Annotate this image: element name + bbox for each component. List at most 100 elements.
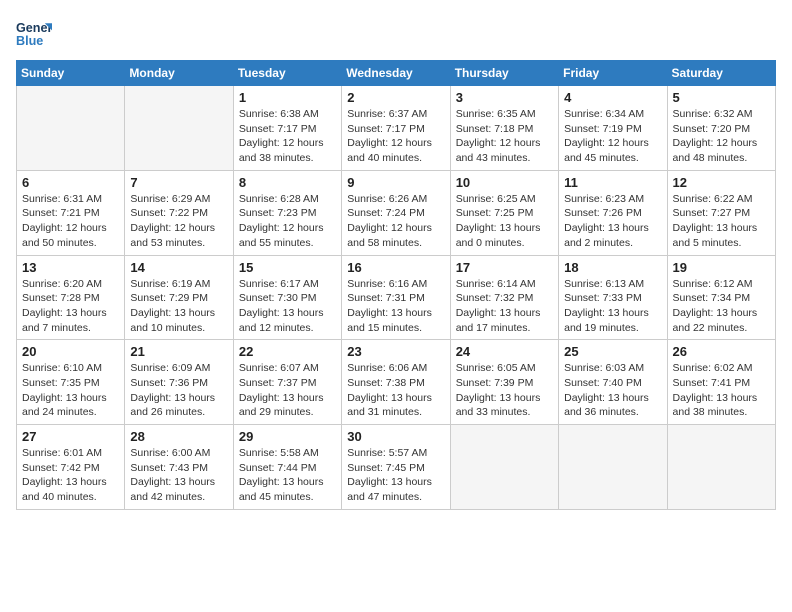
- day-number: 27: [22, 429, 119, 444]
- weekday-header-sunday: Sunday: [17, 61, 125, 86]
- calendar-cell: [17, 86, 125, 171]
- calendar-cell: 10Sunrise: 6:25 AM Sunset: 7:25 PM Dayli…: [450, 170, 558, 255]
- calendar-table: SundayMondayTuesdayWednesdayThursdayFrid…: [16, 60, 776, 510]
- calendar-cell: 28 Sunrise: 6:00 AM Sunset: 7:43 PM Dayli…: [125, 425, 233, 510]
- calendar-cell: 23 Sunrise: 6:06 AM Sunset: 7:38 PM Dayli…: [342, 340, 450, 425]
- day-number: 25: [564, 344, 661, 359]
- calendar-week-row: 13 Sunrise: 6:20 AM Sunset: 7:28 PM Dayli…: [17, 255, 776, 340]
- calendar-cell: 22Sunrise: 6:07 AM Sunset: 7:37 PM Dayli…: [233, 340, 341, 425]
- day-number: 22: [239, 344, 336, 359]
- calendar-cell: 3 Sunrise: 6:35 AM Sunset: 7:18 PM Daylig…: [450, 86, 558, 171]
- day-number: 11: [564, 175, 661, 190]
- calendar-cell: 15Sunrise: 6:17 AM Sunset: 7:30 PM Dayli…: [233, 255, 341, 340]
- weekday-header-saturday: Saturday: [667, 61, 775, 86]
- calendar-week-row: 6 Sunrise: 6:31 AM Sunset: 7:21 PM Daylig…: [17, 170, 776, 255]
- calendar-cell: 4Sunrise: 6:34 AM Sunset: 7:19 PM Daylig…: [559, 86, 667, 171]
- calendar-cell: 27 Sunrise: 6:01 AM Sunset: 7:42 PM Dayli…: [17, 425, 125, 510]
- calendar-cell: 8 Sunrise: 6:28 AM Sunset: 7:23 PM Daylig…: [233, 170, 341, 255]
- day-info: Sunrise: 5:58 AM Sunset: 7:44 PM Dayligh…: [239, 446, 336, 505]
- calendar-cell: 30Sunrise: 5:57 AM Sunset: 7:45 PM Dayli…: [342, 425, 450, 510]
- calendar-cell: 18 Sunrise: 6:13 AM Sunset: 7:33 PM Dayli…: [559, 255, 667, 340]
- calendar-cell: [125, 86, 233, 171]
- weekday-header-monday: Monday: [125, 61, 233, 86]
- logo: General Blue: [16, 16, 56, 52]
- day-info: Sunrise: 6:03 AM Sunset: 7:40 PM Dayligh…: [564, 361, 661, 420]
- day-number: 6: [22, 175, 119, 190]
- day-info: Sunrise: 6:12 AM Sunset: 7:34 PM Dayligh…: [673, 277, 770, 336]
- day-info: Sunrise: 6:22 AM Sunset: 7:27 PM Dayligh…: [673, 192, 770, 251]
- day-info: Sunrise: 6:20 AM Sunset: 7:28 PM Dayligh…: [22, 277, 119, 336]
- calendar-cell: 19 Sunrise: 6:12 AM Sunset: 7:34 PM Dayli…: [667, 255, 775, 340]
- calendar-cell: [450, 425, 558, 510]
- day-number: 12: [673, 175, 770, 190]
- day-info: Sunrise: 6:10 AM Sunset: 7:35 PM Dayligh…: [22, 361, 119, 420]
- day-info: Sunrise: 6:01 AM Sunset: 7:42 PM Dayligh…: [22, 446, 119, 505]
- calendar-cell: 11 Sunrise: 6:23 AM Sunset: 7:26 PM Dayli…: [559, 170, 667, 255]
- calendar-cell: 12 Sunrise: 6:22 AM Sunset: 7:27 PM Dayli…: [667, 170, 775, 255]
- page-header: General Blue: [16, 16, 776, 52]
- calendar-cell: 5 Sunrise: 6:32 AM Sunset: 7:20 PM Daylig…: [667, 86, 775, 171]
- day-info: Sunrise: 6:13 AM Sunset: 7:33 PM Dayligh…: [564, 277, 661, 336]
- calendar-cell: 14 Sunrise: 6:19 AM Sunset: 7:29 PM Dayli…: [125, 255, 233, 340]
- day-number: 28: [130, 429, 227, 444]
- day-info: Sunrise: 6:38 AM Sunset: 7:17 PM Dayligh…: [239, 107, 336, 166]
- calendar-week-row: 27 Sunrise: 6:01 AM Sunset: 7:42 PM Dayli…: [17, 425, 776, 510]
- day-info: Sunrise: 6:28 AM Sunset: 7:23 PM Dayligh…: [239, 192, 336, 251]
- calendar-cell: 1 Sunrise: 6:38 AM Sunset: 7:17 PM Daylig…: [233, 86, 341, 171]
- day-info: Sunrise: 6:34 AM Sunset: 7:19 PM Dayligh…: [564, 107, 661, 166]
- day-number: 17: [456, 260, 553, 275]
- day-number: 9: [347, 175, 444, 190]
- day-info: Sunrise: 6:06 AM Sunset: 7:38 PM Dayligh…: [347, 361, 444, 420]
- day-info: Sunrise: 6:17 AM Sunset: 7:30 PM Dayligh…: [239, 277, 336, 336]
- calendar-cell: 26 Sunrise: 6:02 AM Sunset: 7:41 PM Dayli…: [667, 340, 775, 425]
- calendar-cell: 7Sunrise: 6:29 AM Sunset: 7:22 PM Daylig…: [125, 170, 233, 255]
- day-info: Sunrise: 6:00 AM Sunset: 7:43 PM Dayligh…: [130, 446, 227, 505]
- calendar-cell: 25 Sunrise: 6:03 AM Sunset: 7:40 PM Dayli…: [559, 340, 667, 425]
- day-number: 24: [456, 344, 553, 359]
- calendar-cell: 29 Sunrise: 5:58 AM Sunset: 7:44 PM Dayli…: [233, 425, 341, 510]
- day-number: 19: [673, 260, 770, 275]
- weekday-header-tuesday: Tuesday: [233, 61, 341, 86]
- weekday-header-row: SundayMondayTuesdayWednesdayThursdayFrid…: [17, 61, 776, 86]
- weekday-header-thursday: Thursday: [450, 61, 558, 86]
- calendar-cell: 9Sunrise: 6:26 AM Sunset: 7:24 PM Daylig…: [342, 170, 450, 255]
- day-number: 21: [130, 344, 227, 359]
- day-info: Sunrise: 6:02 AM Sunset: 7:41 PM Dayligh…: [673, 361, 770, 420]
- calendar-cell: [559, 425, 667, 510]
- calendar-week-row: 20 Sunrise: 6:10 AM Sunset: 7:35 PM Dayli…: [17, 340, 776, 425]
- calendar-cell: 13 Sunrise: 6:20 AM Sunset: 7:28 PM Dayli…: [17, 255, 125, 340]
- day-info: Sunrise: 6:35 AM Sunset: 7:18 PM Dayligh…: [456, 107, 553, 166]
- day-info: Sunrise: 6:25 AM Sunset: 7:25 PM Dayligh…: [456, 192, 553, 251]
- day-info: Sunrise: 6:14 AM Sunset: 7:32 PM Dayligh…: [456, 277, 553, 336]
- day-number: 13: [22, 260, 119, 275]
- day-number: 26: [673, 344, 770, 359]
- day-number: 20: [22, 344, 119, 359]
- day-info: Sunrise: 6:09 AM Sunset: 7:36 PM Dayligh…: [130, 361, 227, 420]
- calendar-cell: 6 Sunrise: 6:31 AM Sunset: 7:21 PM Daylig…: [17, 170, 125, 255]
- weekday-header-friday: Friday: [559, 61, 667, 86]
- day-number: 5: [673, 90, 770, 105]
- day-number: 1: [239, 90, 336, 105]
- day-info: Sunrise: 6:37 AM Sunset: 7:17 PM Dayligh…: [347, 107, 444, 166]
- calendar-cell: 20 Sunrise: 6:10 AM Sunset: 7:35 PM Dayli…: [17, 340, 125, 425]
- logo-icon: General Blue: [16, 16, 52, 52]
- day-number: 16: [347, 260, 444, 275]
- day-info: Sunrise: 6:32 AM Sunset: 7:20 PM Dayligh…: [673, 107, 770, 166]
- day-info: Sunrise: 6:31 AM Sunset: 7:21 PM Dayligh…: [22, 192, 119, 251]
- day-number: 14: [130, 260, 227, 275]
- calendar-cell: 2Sunrise: 6:37 AM Sunset: 7:17 PM Daylig…: [342, 86, 450, 171]
- day-info: Sunrise: 6:29 AM Sunset: 7:22 PM Dayligh…: [130, 192, 227, 251]
- day-number: 8: [239, 175, 336, 190]
- day-number: 3: [456, 90, 553, 105]
- day-info: Sunrise: 6:16 AM Sunset: 7:31 PM Dayligh…: [347, 277, 444, 336]
- day-number: 30: [347, 429, 444, 444]
- day-info: Sunrise: 6:23 AM Sunset: 7:26 PM Dayligh…: [564, 192, 661, 251]
- day-number: 18: [564, 260, 661, 275]
- calendar-cell: 17 Sunrise: 6:14 AM Sunset: 7:32 PM Dayli…: [450, 255, 558, 340]
- day-info: Sunrise: 6:19 AM Sunset: 7:29 PM Dayligh…: [130, 277, 227, 336]
- svg-text:Blue: Blue: [16, 34, 43, 48]
- calendar-cell: 16 Sunrise: 6:16 AM Sunset: 7:31 PM Dayli…: [342, 255, 450, 340]
- calendar-week-row: 1 Sunrise: 6:38 AM Sunset: 7:17 PM Daylig…: [17, 86, 776, 171]
- day-number: 23: [347, 344, 444, 359]
- day-number: 29: [239, 429, 336, 444]
